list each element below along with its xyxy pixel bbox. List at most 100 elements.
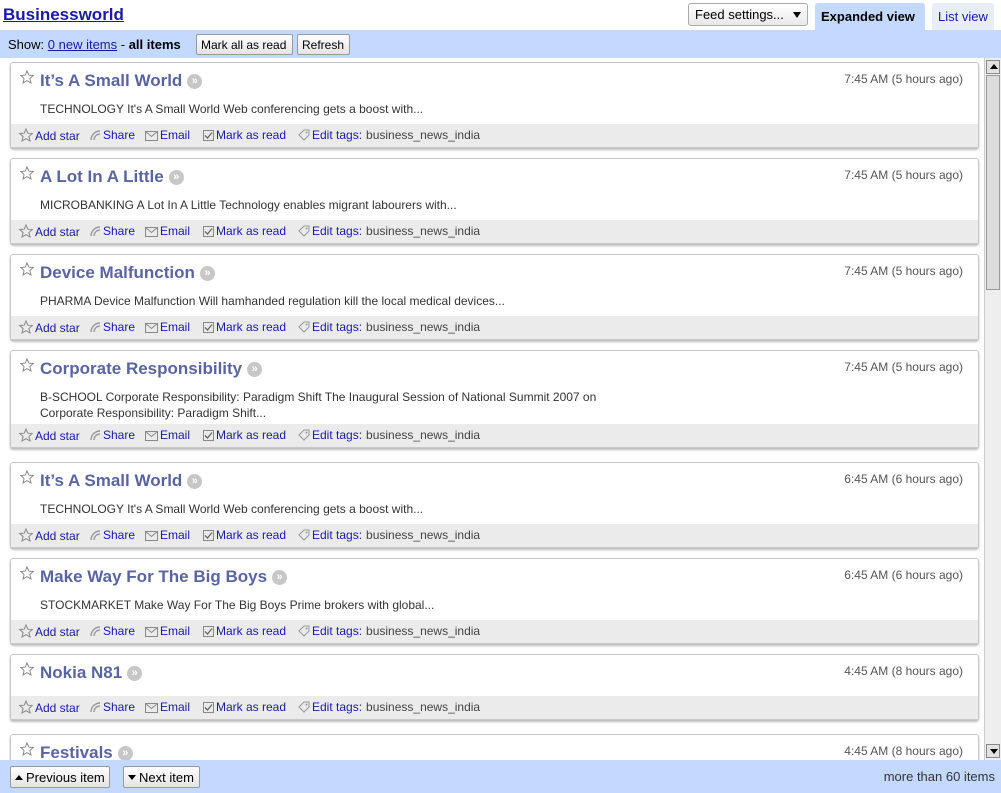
checkbox-icon [203,224,216,238]
entry-card[interactable]: Nokia N81 » 4:45 AM (8 hours ago) Add star S… [10,654,979,720]
double-chevron-right-icon[interactable]: » [127,666,143,681]
add-star-action[interactable]: Add star [18,527,80,543]
tab-expanded-view[interactable]: Expanded view [815,3,925,30]
mark-all-read-button[interactable]: Mark all as read [196,34,293,55]
feed-settings-label: Feed settings... [695,7,784,22]
share-action[interactable]: Share [89,128,135,142]
entry-title-link[interactable]: Device Malfunction » [40,263,215,283]
mark-as-read-action[interactable]: Mark as read [203,700,286,714]
star-icon [18,527,35,543]
entry-time: 6:45 AM (6 hours ago) [844,472,963,486]
entry-title-link[interactable]: A Lot In A Little » [40,167,184,187]
share-action[interactable]: Share [89,320,135,334]
star-icon[interactable] [19,357,35,373]
entry-title-link[interactable]: Corporate Responsibility » [40,359,263,379]
email-action[interactable]: Email [145,128,190,142]
mark-as-read-label: Mark as read [216,528,287,542]
mark-as-read-action[interactable]: Mark as read [203,128,286,142]
double-chevron-right-icon[interactable]: » [272,570,288,585]
star-icon[interactable] [19,261,35,277]
scroll-up-arrow-icon[interactable] [986,60,1000,74]
email-action[interactable]: Email [145,428,190,442]
edit-tags-action[interactable]: Edit tags: business_news_india [298,428,480,442]
checkbox-icon [203,428,216,442]
tab-list-view[interactable]: List view [932,3,994,30]
email-action[interactable]: Email [145,528,190,542]
entry-title: It’s A Small World [40,71,183,90]
mark-as-read-action[interactable]: Mark as read [203,428,286,442]
next-item-button[interactable]: Next item [123,766,200,788]
add-star-action[interactable]: Add star [18,699,80,715]
entry-title-link[interactable]: Festivals » [40,743,133,760]
entry-title-link[interactable]: It’s A Small World » [40,71,203,91]
share-action[interactable]: Share [89,224,135,238]
refresh-button[interactable]: Refresh [297,34,350,55]
add-star-label: Add star [35,701,80,715]
edit-tags-action[interactable]: Edit tags: business_news_india [298,224,480,238]
double-chevron-right-icon[interactable]: » [247,362,263,377]
entry-card[interactable]: Corporate Responsibility » 7:45 AM (5 hour… [10,350,979,448]
mark-as-read-label: Mark as read [216,428,287,442]
star-icon[interactable] [19,741,35,757]
edit-tags-action[interactable]: Edit tags: business_news_india [298,624,480,638]
entry-card[interactable]: A Lot In A Little » 7:45 AM (5 hours ago) M… [10,158,979,244]
add-star-action[interactable]: Add star [18,127,80,143]
edit-tags-action[interactable]: Edit tags: business_news_india [298,528,480,542]
edit-tags-action[interactable]: Edit tags: business_news_india [298,700,480,714]
entry-card[interactable]: It’s A Small World » 7:45 AM (5 hours ago)… [10,62,979,148]
entry-card[interactable]: Make Way For The Big Boys » 6:45 AM (6 hou… [10,558,979,644]
previous-item-button[interactable]: Previous item [10,766,110,788]
email-label: Email [160,128,191,142]
star-icon[interactable] [19,565,35,581]
email-action[interactable]: Email [145,320,190,334]
email-icon [145,700,160,714]
email-action[interactable]: Email [145,224,190,238]
mark-as-read-action[interactable]: Mark as read [203,320,286,334]
mark-as-read-label: Mark as read [216,320,287,334]
double-chevron-right-icon[interactable]: » [117,746,133,760]
star-icon[interactable] [19,661,35,677]
entry-card[interactable]: Festivals » 4:45 AM (8 hours ago) [10,734,979,760]
double-chevron-right-icon[interactable]: » [199,266,215,281]
scroll-down-arrow-icon[interactable] [986,744,1000,758]
share-label: Share [103,320,136,334]
share-label: Share [103,528,136,542]
up-triangle-icon [15,775,23,780]
share-action[interactable]: Share [89,700,135,714]
star-icon [18,127,35,143]
entry-title-link[interactable]: Make Way For The Big Boys » [40,567,288,587]
star-icon[interactable] [19,469,35,485]
mark-as-read-action[interactable]: Mark as read [203,624,286,638]
email-icon [145,624,160,638]
double-chevron-right-icon[interactable]: » [187,74,203,89]
share-action[interactable]: Share [89,624,135,638]
entry-card[interactable]: Device Malfunction » 7:45 AM (5 hours ago)… [10,254,979,340]
feed-settings-dropdown[interactable]: Feed settings... [688,3,808,26]
edit-tags-action[interactable]: Edit tags: business_news_india [298,128,480,142]
add-star-action[interactable]: Add star [18,427,80,443]
edit-tags-action[interactable]: Edit tags: business_news_india [298,320,480,334]
email-label: Email [160,528,191,542]
entry-actions: Add star Share Email Mark as read Edit tags:… [11,524,978,547]
mark-as-read-action[interactable]: Mark as read [203,528,286,542]
share-action[interactable]: Share [89,528,135,542]
entry-title-link[interactable]: It’s A Small World » [40,471,203,491]
email-action[interactable]: Email [145,700,190,714]
entry-title-link[interactable]: Nokia N81 » [40,663,143,683]
scrollbar-thumb[interactable] [986,75,1000,290]
add-star-action[interactable]: Add star [18,319,80,335]
entry-snippet: TECHNOLOGY It's A Small World Web confer… [40,502,424,516]
scrollbar[interactable] [984,58,1001,760]
share-action[interactable]: Share [89,428,135,442]
entry-card[interactable]: It’s A Small World » 6:45 AM (6 hours ago)… [10,462,979,548]
add-star-action[interactable]: Add star [18,623,80,639]
mark-as-read-action[interactable]: Mark as read [203,224,286,238]
new-items-link[interactable]: 0 new items [48,37,117,52]
add-star-action[interactable]: Add star [18,223,80,239]
email-action[interactable]: Email [145,624,190,638]
feed-title[interactable]: Businessworld [3,5,124,25]
double-chevron-right-icon[interactable]: » [168,170,184,185]
double-chevron-right-icon[interactable]: » [187,474,203,489]
star-icon[interactable] [19,69,35,85]
star-icon[interactable] [19,165,35,181]
